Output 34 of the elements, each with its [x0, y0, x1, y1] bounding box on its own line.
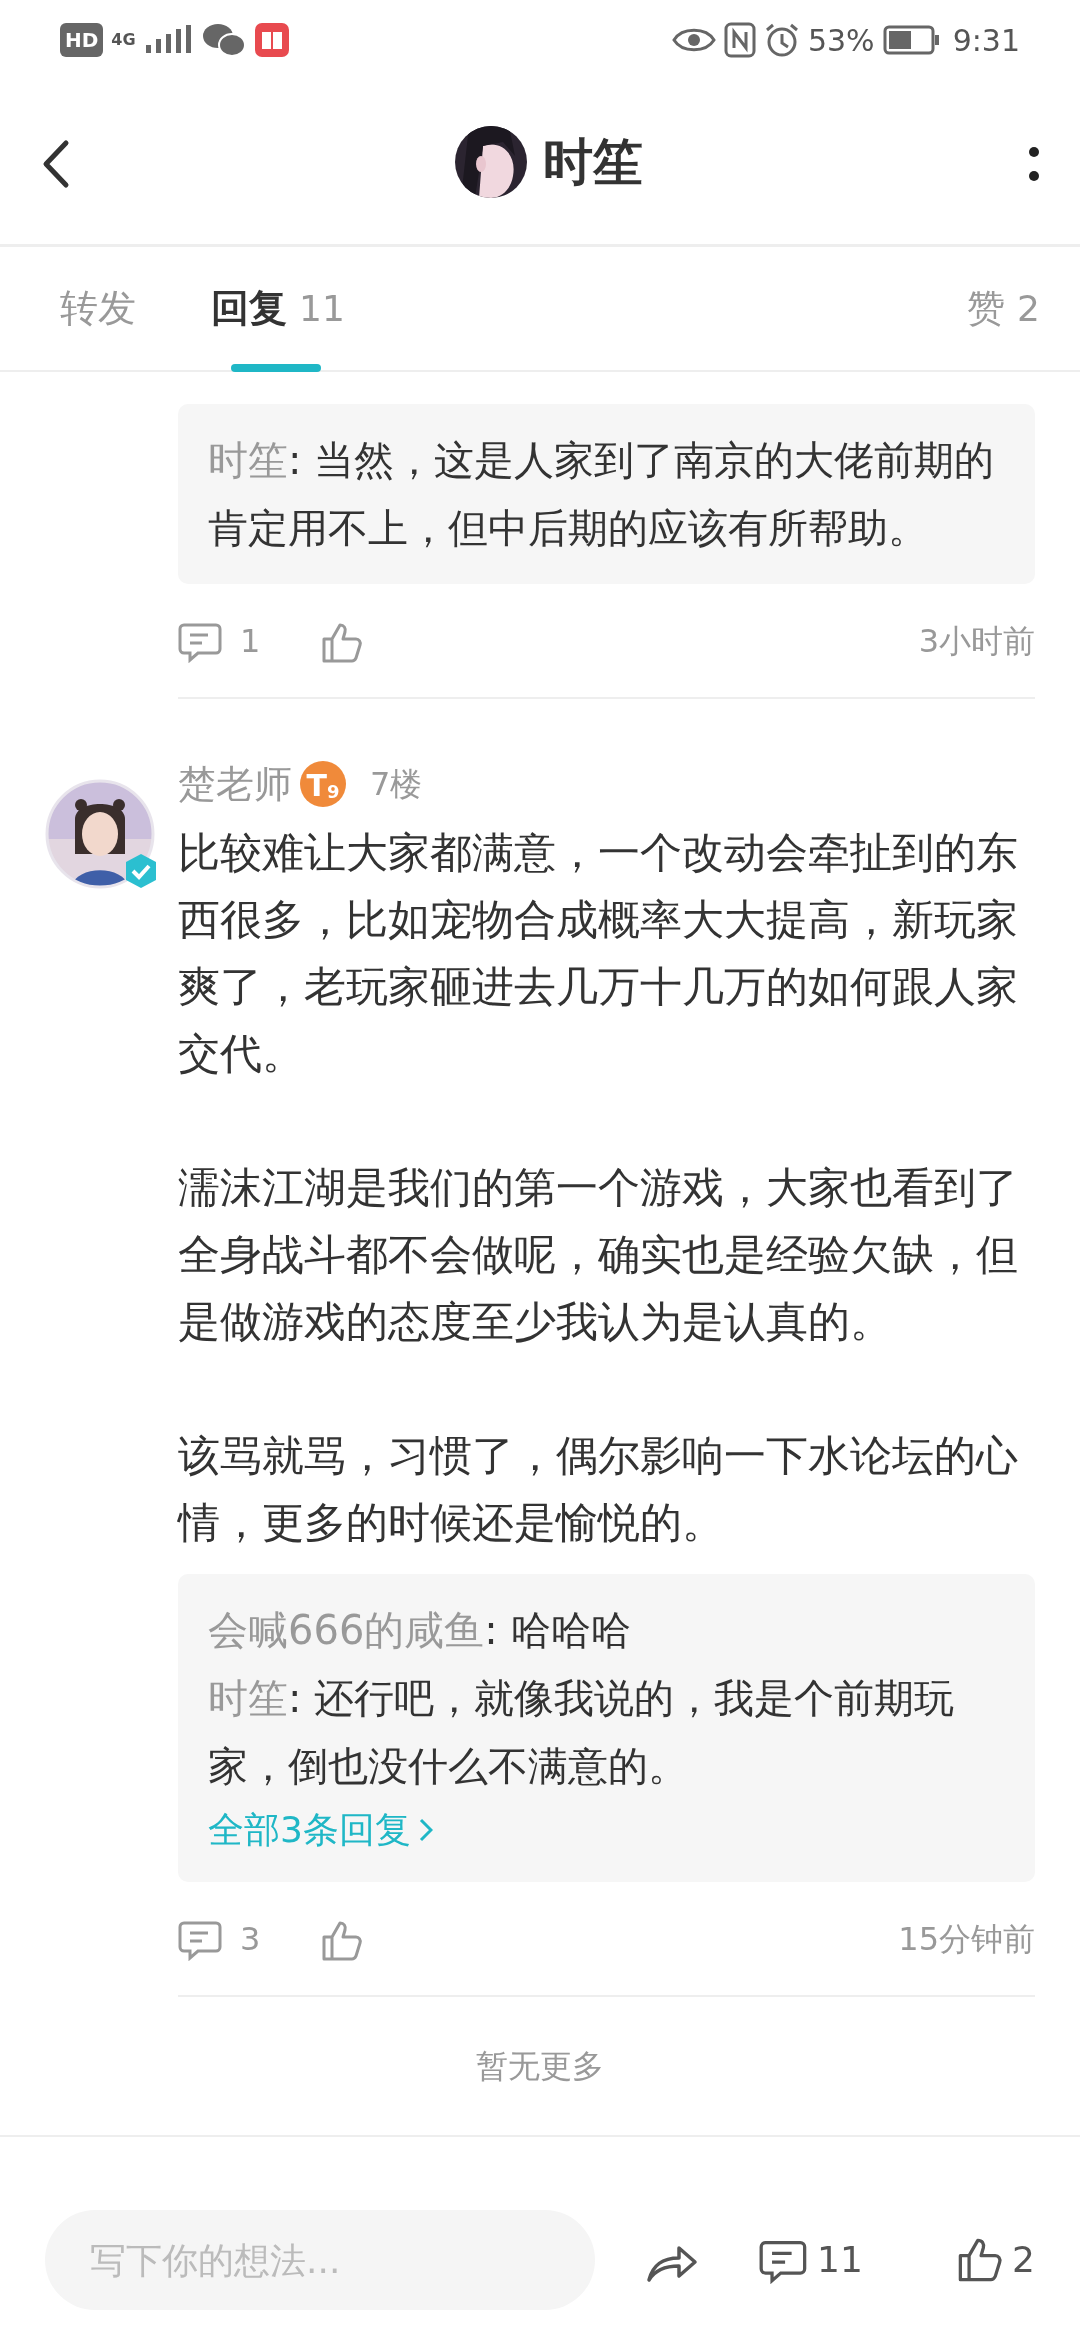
level-badge: T9: [300, 761, 346, 807]
chevron-icon: [418, 1818, 433, 1842]
timestamp: 15分钟前: [898, 1918, 1035, 1960]
end-of-list-text: 暂无更多: [476, 2046, 604, 2087]
hd-badge: HD: [60, 23, 104, 57]
battery-percent: 53%: [807, 21, 875, 60]
tab[interactable]: 回复 11: [211, 247, 345, 370]
user-name: 楚老师: [178, 760, 292, 808]
more-icon: [1028, 144, 1040, 184]
timestamp: 3小时前: [918, 620, 1035, 662]
comment-text: 濡沫江湖是我们的第一个游戏，大家也看到了全身战斗都不会做呢，确实也是经验欠缺，但是做游戏的态度至少我认为是认真的。: [178, 1162, 1019, 1348]
profile-name: 时笙: [543, 131, 643, 193]
comments-button[interactable]: 11: [759, 2233, 863, 2287]
floor-label: 7楼: [370, 764, 423, 805]
comment-text: 比较难让大家都满意，一个改动会牵扯到的东西很多，比如宠物合成概率大大提高，新玩家爽了，老玩家砸进去几万十几万的如何跟人家交代。: [178, 827, 1019, 1080]
reply-text: 会喊666的咸鱼: 哈哈哈: [208, 1606, 632, 1655]
reply-button[interactable]: 1: [178, 616, 261, 665]
reply-button[interactable]: 3: [178, 1914, 261, 1963]
more-replies-link[interactable]: 全部3条回复: [208, 1800, 433, 1860]
nfc-icon: [723, 22, 756, 58]
chat-icon: [201, 22, 246, 58]
tab[interactable]: 赞 2: [967, 247, 1040, 370]
alarm-icon: [763, 22, 800, 58]
battery-icon: [882, 25, 941, 55]
reply-text: 时笙: 还行吧，就像我说的，我是个前期玩家，倒也没什么不满意的。: [208, 1674, 956, 1791]
comment-text: 该骂就骂，习惯了，偶尔影响一下水论坛的心情，更多的时候还是愉悦的。: [178, 1430, 1019, 1549]
tab[interactable]: 转发: [60, 247, 136, 370]
signal-icon: [143, 25, 194, 55]
clock: 9:31: [952, 21, 1020, 60]
network-label: 4G: [111, 32, 136, 48]
like-button[interactable]: 2: [956, 2233, 1035, 2287]
reply-text: 时笙: 当然，这是人家到了南京的大佬前期的肯定用不上，但中后期的应该有所帮助。: [208, 436, 996, 553]
comment-input[interactable]: 写下你的想法...: [45, 2210, 595, 2310]
book-icon: [253, 22, 290, 58]
